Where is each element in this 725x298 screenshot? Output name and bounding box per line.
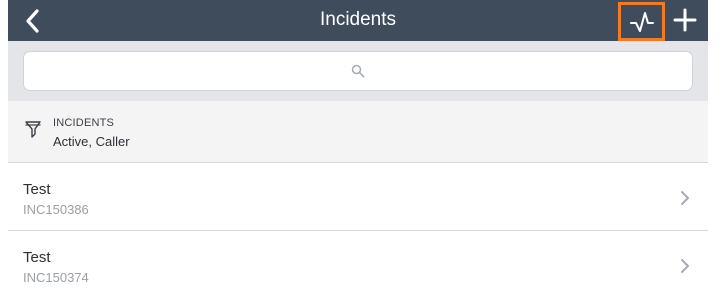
search-bar-container bbox=[8, 41, 708, 101]
filter-conditions: Active, Caller bbox=[53, 134, 130, 149]
activity-pulse-icon bbox=[629, 11, 654, 32]
list-item[interactable]: Test INC150374 bbox=[8, 231, 708, 298]
incident-title: Test bbox=[23, 181, 51, 198]
app-screen: Incidents INCIDENTS Active, Caller Test … bbox=[0, 0, 725, 298]
search-input[interactable] bbox=[23, 51, 693, 91]
chevron-right-icon bbox=[681, 259, 689, 273]
chevron-right-icon bbox=[681, 191, 689, 205]
incident-title: Test bbox=[23, 249, 51, 266]
plus-icon bbox=[673, 8, 697, 32]
add-incident-button[interactable] bbox=[671, 6, 699, 34]
filter-title: INCIDENTS bbox=[53, 117, 115, 129]
filter-funnel-icon bbox=[25, 121, 41, 138]
incident-number: INC150386 bbox=[23, 202, 89, 217]
page-title: Incidents bbox=[319, 9, 397, 30]
top-navigation-bar: Incidents bbox=[8, 0, 708, 41]
page-margin bbox=[708, 0, 725, 298]
incident-number: INC150374 bbox=[23, 270, 89, 285]
activity-stream-button[interactable] bbox=[618, 2, 665, 41]
search-icon bbox=[351, 64, 365, 78]
filter-summary[interactable]: INCIDENTS Active, Caller bbox=[8, 101, 708, 163]
list-item[interactable]: Test INC150386 bbox=[8, 163, 708, 231]
